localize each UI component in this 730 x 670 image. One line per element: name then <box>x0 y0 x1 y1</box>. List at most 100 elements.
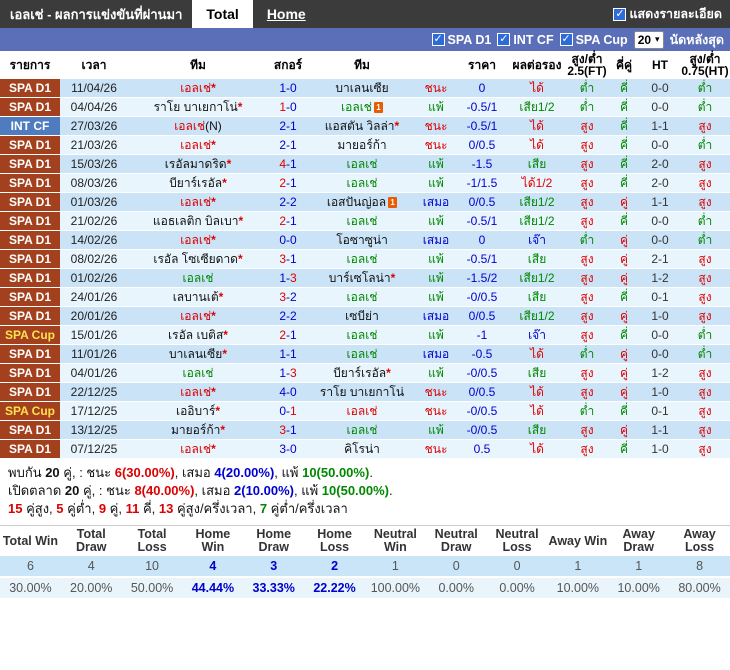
home-score: 3 <box>279 423 286 437</box>
match-row: SPA D1 15/03/26 เรอัลมาดริด* 4-1 เอลเช่ แพ้ -1… <box>0 154 730 174</box>
show-details-toggle[interactable]: ✓ แสดงรายละเอียด <box>605 0 730 28</box>
home-score: 1 <box>279 81 286 95</box>
ou-ft-cell: สูง <box>566 116 608 136</box>
col-header-handicap-result: ผลต่อรอง <box>508 51 566 79</box>
handicap-result-cell: ได้ <box>508 135 566 155</box>
away-team-cell: แอสตัน วิลล่า* <box>308 116 416 136</box>
neutral-venue-marker: (N) <box>205 119 222 133</box>
result-text: แพ้ <box>428 214 444 228</box>
handicap-result-cell: ได้ <box>508 79 566 98</box>
date-cell: 14/02/26 <box>60 230 128 250</box>
date-cell: 24/01/26 <box>60 287 128 307</box>
away-team-cell: มายอร์ก้า <box>308 135 416 155</box>
match-count-select[interactable]: 20 ▾ <box>633 30 664 49</box>
score-cell: 3-1 <box>268 249 308 269</box>
stats-percent-cell: 20.00% <box>60 577 122 598</box>
show-details-label: แสดงรายละเอียด <box>629 7 722 21</box>
filter-spa-d1[interactable]: ✓ SPA D1 <box>431 33 491 47</box>
team-name: เซบีย่า <box>345 309 379 323</box>
odd-even-text: คู่ <box>619 309 629 323</box>
league-cell: INT CF <box>0 116 60 136</box>
filter-spa-cup[interactable]: ✓ SPA Cup <box>559 33 628 47</box>
stats-percent-cell: 33.33% <box>243 577 305 598</box>
stats-header-away-win: Away Win <box>547 525 609 556</box>
result-cell: แพ้ <box>416 97 456 117</box>
home-side-star: * <box>211 233 216 247</box>
handicap-result-cell: ได้ <box>508 439 566 459</box>
score-cell: 2-2 <box>268 306 308 326</box>
summary-segment: คู่, <box>106 501 126 516</box>
home-team-cell: เออิบาร์* <box>128 401 268 421</box>
col-header-ht: HT <box>640 51 680 79</box>
stats-header-neutral-win: Neutral Win <box>364 525 426 556</box>
ht-score-cell: 1-2 <box>640 363 680 383</box>
home-side-star: * <box>211 385 216 399</box>
summary-segment: 11 <box>125 501 140 516</box>
ou-ht-text: สูง <box>698 271 712 285</box>
odds-cell: -1 <box>456 325 508 345</box>
odd-even-cell: คู่ <box>608 192 640 212</box>
match-row: SPA D1 04/04/26 ราโย บาเยกาโน่* 1-0 เอลเช่ 1 แ… <box>0 97 730 117</box>
odd-even-text: คี่ <box>619 119 629 133</box>
match-row: SPA D1 13/12/25 มายอร์ก้า* 3-1 เอลเช่ แพ้ -0/0… <box>0 420 730 440</box>
away-score: 0 <box>290 385 297 399</box>
match-row: SPA D1 07/12/25 เอลเช่* 3-0 คิโรน่า ชนะ 0.5 ได้… <box>0 439 730 459</box>
odds-cell: 0/0.5 <box>456 135 508 155</box>
stats-count-cell: 1 <box>547 556 609 578</box>
ou-ft-text: สูง <box>580 214 594 228</box>
stats-header-home-loss: Home Loss <box>304 525 365 556</box>
handicap-result-cell: เสีย1/2 <box>508 97 566 117</box>
handicap-result-text: เสีย <box>527 290 547 304</box>
odd-even-cell: คี่ <box>608 287 640 307</box>
handicap-result-cell: เสีย1/2 <box>508 306 566 326</box>
filter-int-cf[interactable]: ✓ INT CF <box>497 33 554 47</box>
away-score: 0 <box>290 81 297 95</box>
away-team-cell: บียาร์เรอัล* <box>308 363 416 383</box>
home-team-cell: ราโย บาเยกาโน่* <box>128 97 268 117</box>
away-team-cell: เอลเช่ <box>308 401 416 421</box>
away-score: 3 <box>290 271 297 285</box>
tab-total[interactable]: Total <box>192 0 253 28</box>
score-cell: 2-1 <box>268 116 308 136</box>
home-side-star: * <box>223 328 228 342</box>
ou-ft-cell: สูง <box>566 173 608 193</box>
match-row: SPA D1 01/03/26 เอลเช่* 2-2 เอสปันญ่อล 1 เสมอ 0… <box>0 192 730 212</box>
summary-line3: 15 คู่สูง, 5 คู่ต่ำ, 9 คู่, 11 คี่, 13 ค… <box>8 501 722 517</box>
result-cell: แพ้ <box>416 363 456 383</box>
checkbox-checked-icon: ✓ <box>559 33 573 46</box>
score-cell: 4-0 <box>268 382 308 402</box>
home-score: 2 <box>279 119 286 133</box>
ou-ht-cell: ต่ำ <box>680 230 730 250</box>
ou-ht-cell: ต่ำ <box>680 79 730 98</box>
league-cell: SPA D1 <box>0 268 60 288</box>
date-cell: 08/02/26 <box>60 249 128 269</box>
odd-even-cell: คี่ <box>608 154 640 174</box>
summary-segment: 2(10.00%) <box>234 483 294 498</box>
result-cell: แพ้ <box>416 268 456 288</box>
stats-count-cell: 10 <box>121 556 183 578</box>
score-cell: 1-0 <box>268 79 308 98</box>
tab-home[interactable]: Home <box>253 0 320 28</box>
result-text: ชนะ <box>424 81 448 95</box>
odds-cell: 0/0.5 <box>456 382 508 402</box>
match-row: SPA D1 04/01/26 เอลเช่ 1-3 บียาร์เรอัล* แพ้ -0… <box>0 363 730 383</box>
handicap-result-text: เสีย <box>527 157 547 171</box>
home-side-star: * <box>211 442 216 456</box>
col-header-date: เวลา <box>60 51 128 79</box>
home-side-star: * <box>218 290 224 304</box>
result-text: เสมอ <box>422 309 450 323</box>
home-score: 3 <box>279 442 286 456</box>
away-team-cell: เอลเช่ <box>308 249 416 269</box>
odd-even-cell: คู่ <box>608 420 640 440</box>
summary-segment: 9 <box>98 501 107 516</box>
date-cell: 13/12/25 <box>60 420 128 440</box>
result-cell: แพ้ <box>416 249 456 269</box>
ou-ft-text: สูง <box>580 157 594 171</box>
home-side-star: * <box>226 157 232 171</box>
result-text: แพ้ <box>428 366 444 380</box>
summary-segment: 10(50.00%) <box>302 465 370 480</box>
ht-score-cell: 2-0 <box>640 173 680 193</box>
result-text: ชนะ <box>424 119 448 133</box>
ou-ft-cell: ต่ำ <box>566 230 608 250</box>
odd-even-cell: คู่ <box>608 268 640 288</box>
